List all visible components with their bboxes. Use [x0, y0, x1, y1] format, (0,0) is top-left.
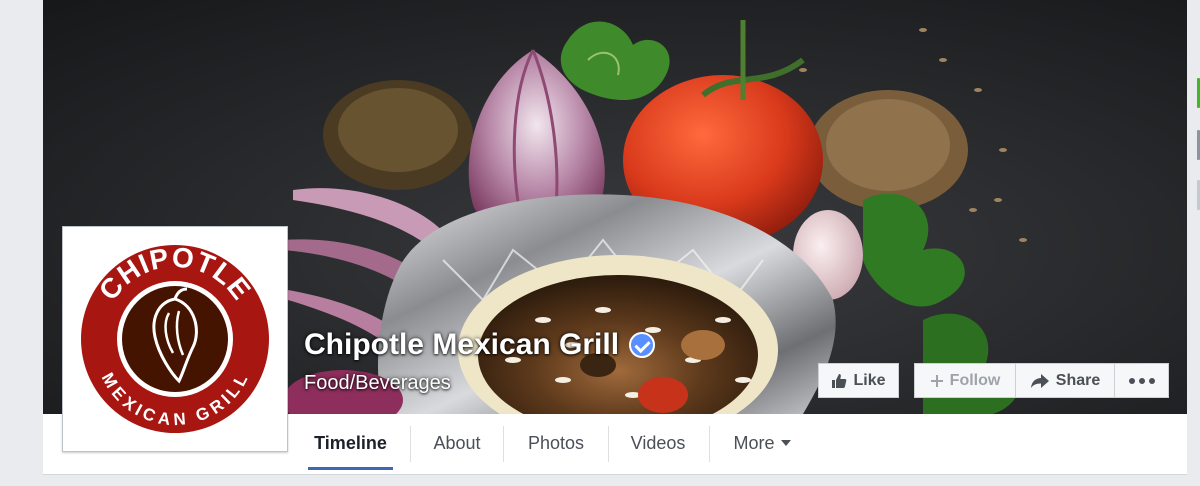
- right-gutter: [1187, 0, 1200, 486]
- page-category[interactable]: Food/Beverages: [304, 372, 451, 395]
- tab-videos[interactable]: Videos: [615, 414, 701, 472]
- share-button-label: Share: [1055, 371, 1101, 389]
- page-title[interactable]: Chipotle Mexican Grill: [304, 328, 656, 362]
- tab-divider: [503, 426, 504, 462]
- tab-timeline[interactable]: Timeline: [308, 414, 393, 472]
- share-arrow-icon: [1030, 373, 1050, 389]
- tab-divider: [410, 426, 411, 462]
- ellipsis-icon: [1128, 377, 1155, 384]
- tab-more-label: More: [733, 432, 775, 453]
- share-button[interactable]: Share: [1015, 363, 1115, 398]
- left-gutter: [0, 0, 43, 486]
- plus-icon: [930, 374, 944, 388]
- tab-videos-label: Videos: [630, 432, 686, 453]
- tab-more[interactable]: More: [719, 414, 805, 472]
- tab-divider: [709, 426, 710, 462]
- like-button[interactable]: Like: [818, 363, 899, 398]
- thumbs-up-icon: [831, 373, 847, 389]
- like-button-label: Like: [853, 371, 886, 389]
- tab-timeline-label: Timeline: [314, 432, 387, 453]
- tab-photos-label: Photos: [527, 432, 585, 453]
- follow-button[interactable]: Follow: [914, 363, 1016, 398]
- chipotle-logo: CHIPOTLE MEXICAN GRILL: [81, 241, 269, 433]
- tab-about[interactable]: About: [419, 414, 495, 472]
- follow-button-label: Follow: [949, 371, 1001, 389]
- tab-divider: [608, 426, 609, 462]
- verified-badge-icon: [629, 332, 656, 358]
- chevron-down-icon: [780, 440, 791, 446]
- page-name-text[interactable]: Chipotle Mexican Grill: [304, 328, 619, 362]
- tab-about-label: About: [433, 432, 481, 453]
- profile-picture[interactable]: CHIPOTLE MEXICAN GRILL: [62, 226, 288, 452]
- more-options-button[interactable]: [1114, 363, 1169, 398]
- tab-photos[interactable]: Photos: [511, 414, 601, 472]
